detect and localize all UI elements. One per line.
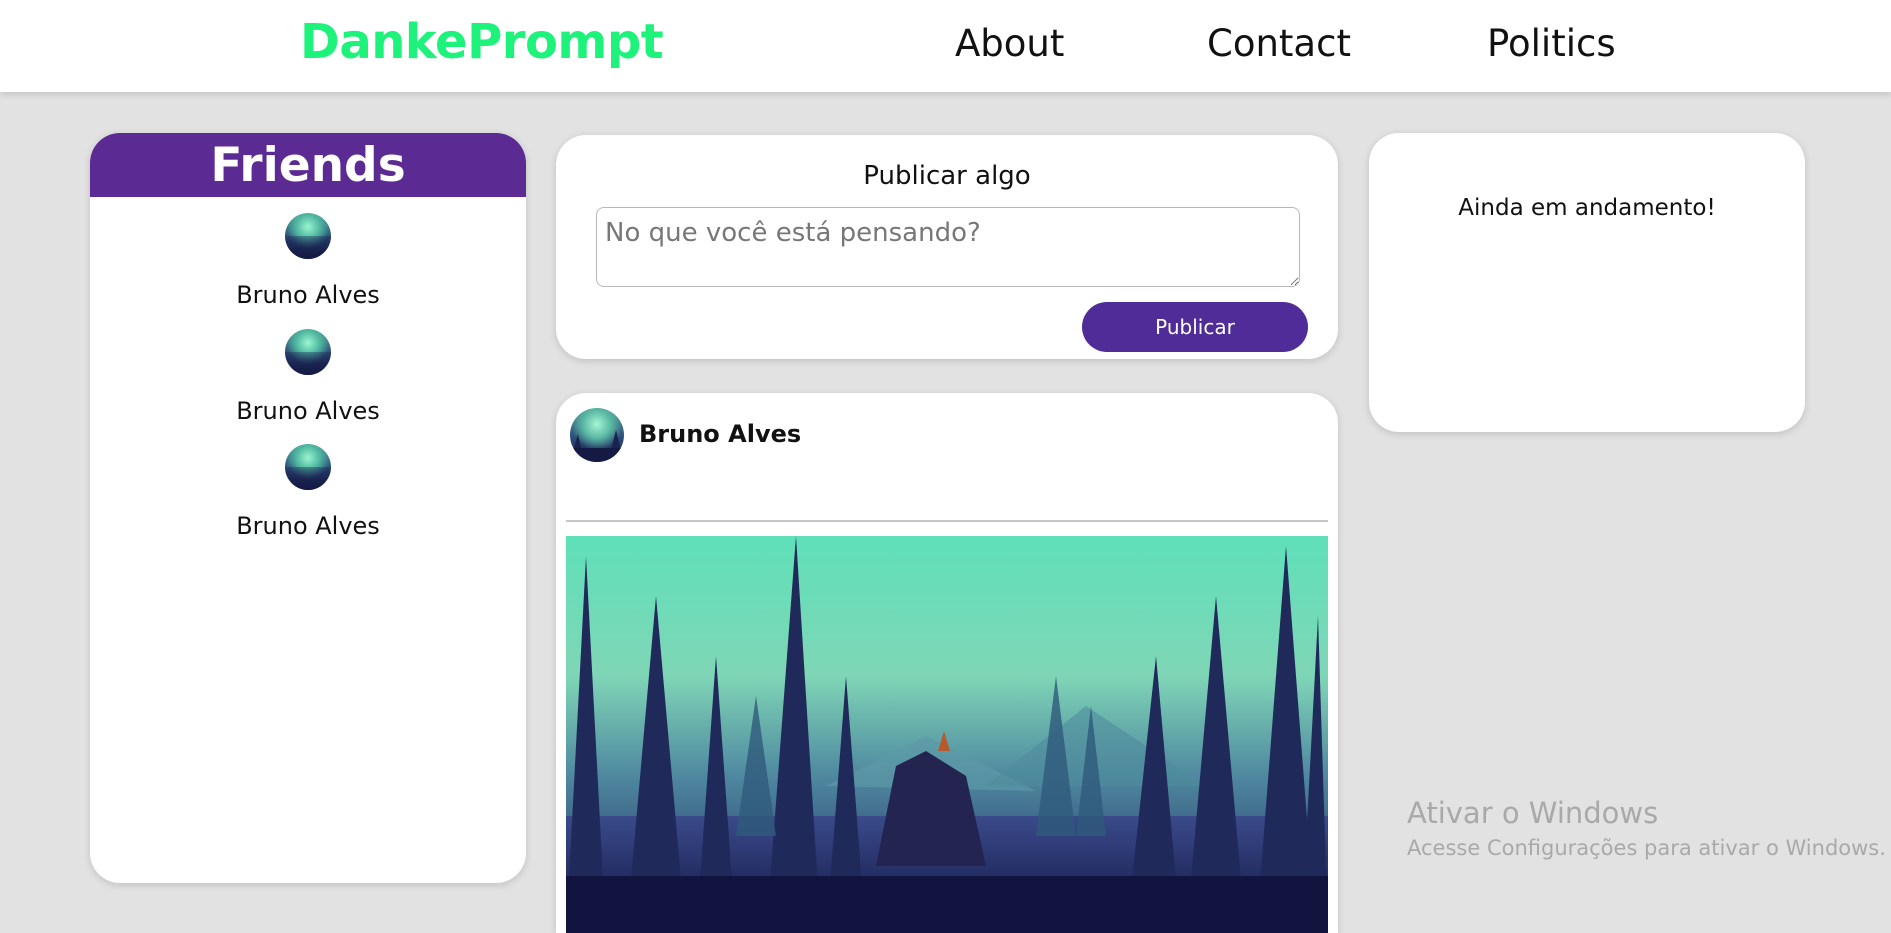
forest-fox-landscape-icon [566,536,1328,933]
avatar[interactable] [285,444,331,490]
nav-contact[interactable]: Contact [1207,22,1351,65]
friend-item[interactable]: Bruno Alves [90,329,526,425]
windows-activation-subtitle: Acesse Configurações para ativar o Windo… [1407,836,1886,860]
friend-item[interactable]: Bruno Alves [90,444,526,540]
nav-politics[interactable]: Politics [1487,22,1616,65]
friend-name[interactable]: Bruno Alves [90,512,526,540]
side-panel-text: Ainda em andamento! [1458,195,1716,221]
nav-about[interactable]: About [955,22,1064,65]
friends-panel: Friends Bruno Alves Bruno Alves Bruno Al… [90,133,526,883]
windows-activation-title: Ativar o Windows [1407,796,1659,830]
friend-name[interactable]: Bruno Alves [90,397,526,425]
post-text-input[interactable] [596,207,1300,287]
brand-logo[interactable]: DankePrompt [300,14,664,70]
post-author-name[interactable]: Bruno Alves [639,420,801,448]
avatar[interactable] [570,408,624,462]
friend-item[interactable]: Bruno Alves [90,213,526,309]
friends-title: Friends [90,133,526,197]
side-panel: Ainda em andamento! [1369,133,1805,432]
feed-post: Bruno Alves [556,393,1338,933]
avatar[interactable] [285,213,331,259]
top-navbar: DankePrompt About Contact Politics [0,0,1891,92]
publish-button[interactable]: Publicar [1082,302,1308,352]
post-image-art [566,536,1328,933]
composer-title: Publicar algo [863,161,1031,191]
post-composer: Publicar algo Publicar [556,135,1338,359]
avatar-image-icon [570,430,624,462]
avatar[interactable] [285,329,331,375]
post-divider [566,520,1328,522]
friend-name[interactable]: Bruno Alves [90,281,526,309]
